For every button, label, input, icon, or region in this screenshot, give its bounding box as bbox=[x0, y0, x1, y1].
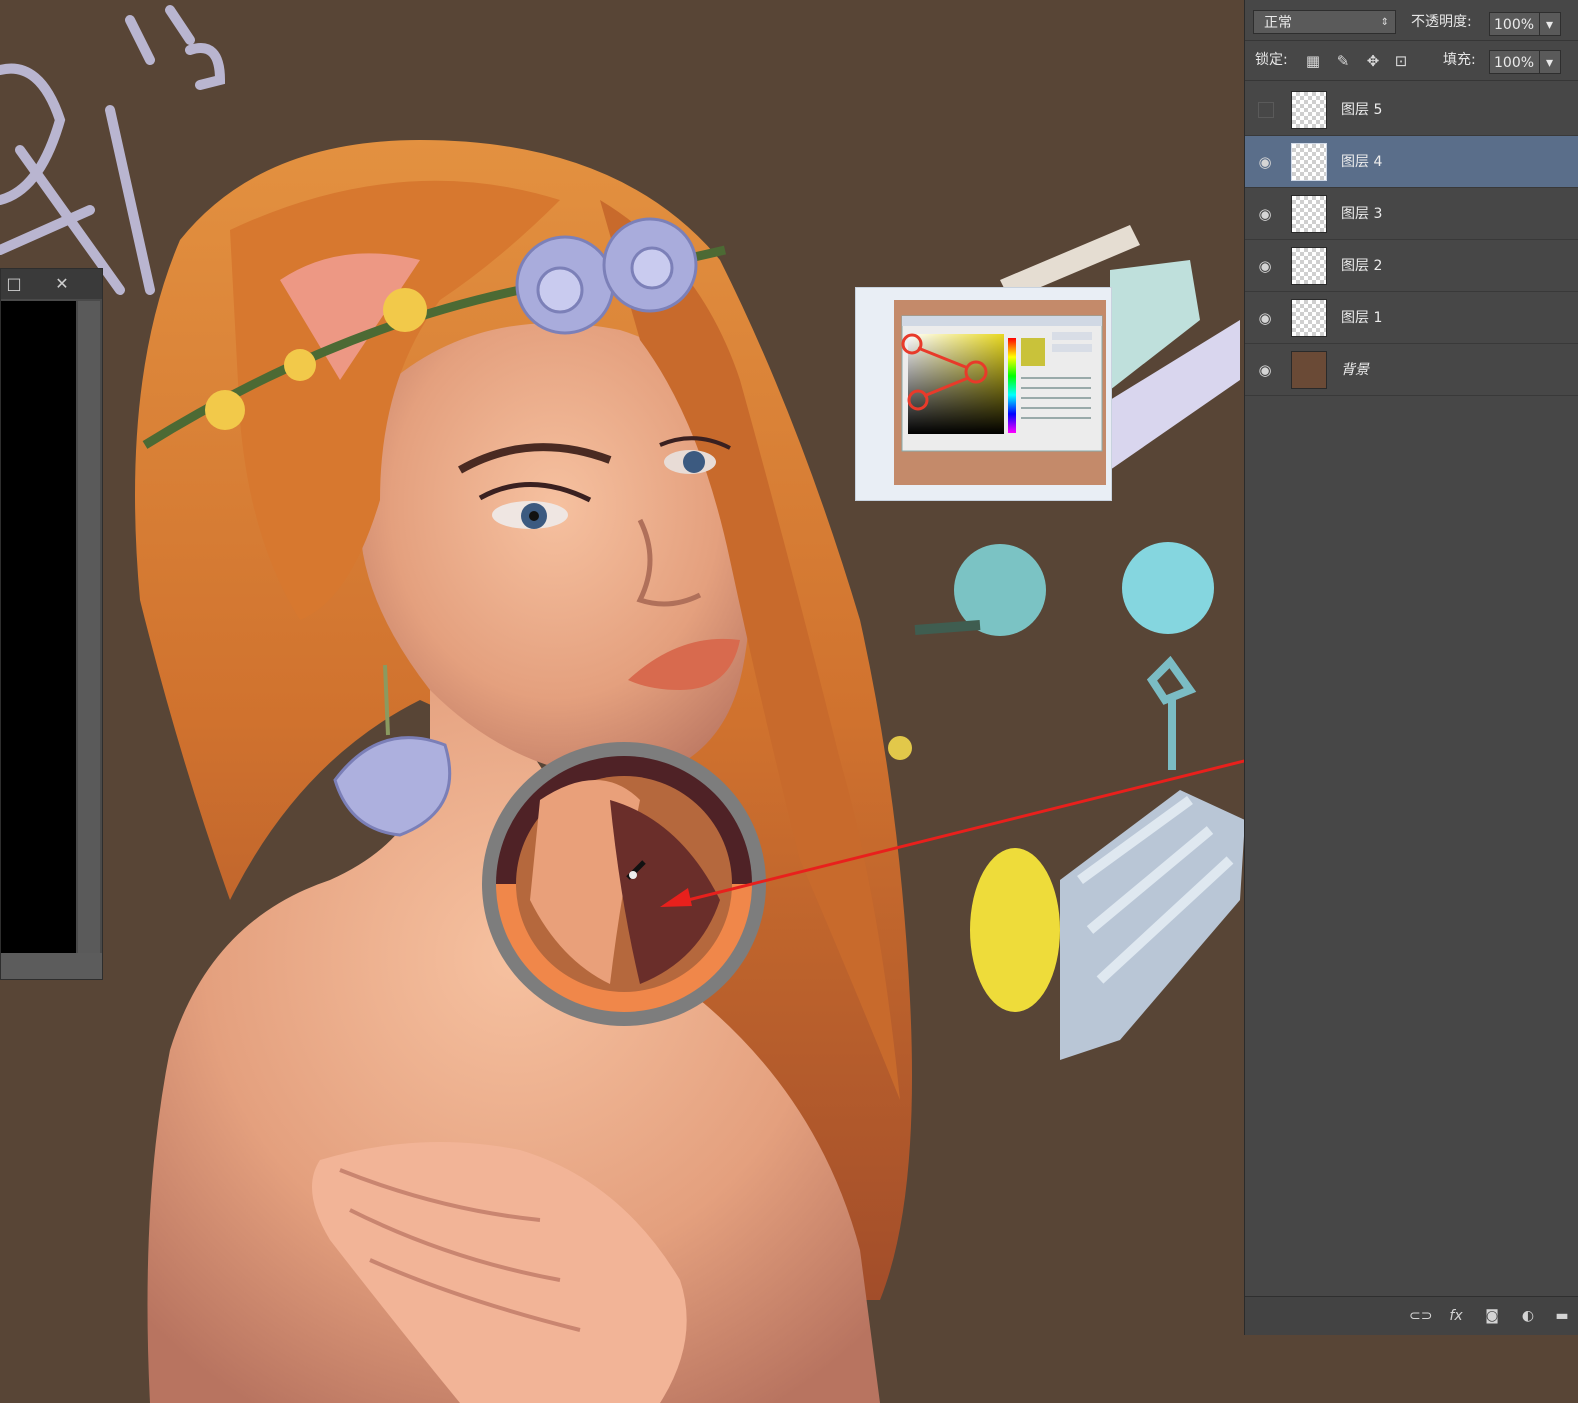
restore-icon[interactable]: □ bbox=[3, 273, 25, 295]
color-picker-reference-image bbox=[855, 287, 1112, 501]
fill-value: 100% bbox=[1494, 55, 1535, 71]
fill-dropdown-button[interactable]: ▾ bbox=[1539, 50, 1561, 74]
layer-thumbnail bbox=[1291, 247, 1327, 285]
layer-row-3[interactable]: ◉ 图层 3 bbox=[1245, 188, 1578, 240]
reference-screenshot bbox=[856, 288, 1106, 500]
layer-row-1[interactable]: ◉ 图层 1 bbox=[1245, 292, 1578, 344]
layer-thumbnail bbox=[1291, 299, 1327, 337]
eye-icon[interactable]: ◉ bbox=[1255, 308, 1275, 328]
fx-icon[interactable]: fx bbox=[1445, 1305, 1467, 1327]
color-picker-ring bbox=[482, 742, 766, 1026]
layer-row-2[interactable]: ◉ 图层 2 bbox=[1245, 240, 1578, 292]
padlock-icon[interactable]: ⊡ bbox=[1391, 50, 1411, 72]
opacity-value: 100% bbox=[1494, 17, 1535, 33]
blend-mode-value: 正常 bbox=[1264, 15, 1292, 31]
layer-row-5[interactable]: 图层 5 bbox=[1245, 84, 1578, 136]
layer-thumbnail bbox=[1291, 143, 1327, 181]
layer-thumbnail bbox=[1291, 91, 1327, 129]
layer-name: 图层 5 bbox=[1341, 102, 1383, 118]
panel-footer bbox=[1, 953, 102, 979]
layer-name: 图层 2 bbox=[1341, 258, 1383, 274]
close-icon[interactable]: ✕ bbox=[51, 273, 73, 295]
chevron-down-icon: ▾ bbox=[1546, 17, 1554, 33]
chevron-down-icon: ▾ bbox=[1546, 55, 1554, 71]
layer-row-background[interactable]: ◉ 背景 bbox=[1245, 344, 1578, 396]
move-lock-icon[interactable]: ✥ bbox=[1363, 50, 1383, 72]
opacity-label: 不透明度: bbox=[1411, 14, 1472, 30]
eye-icon[interactable]: ◉ bbox=[1255, 152, 1275, 172]
floating-panel: □ ✕ bbox=[0, 268, 103, 980]
blend-mode-select[interactable]: 正常 ⇕ bbox=[1253, 10, 1396, 34]
layer-name: 图层 3 bbox=[1341, 206, 1383, 222]
fill-label: 填充: bbox=[1443, 52, 1476, 68]
updown-arrow-icon: ⇕ bbox=[1380, 17, 1389, 28]
panel-scrollbar[interactable] bbox=[78, 301, 100, 953]
layer-row-4[interactable]: ◉ 图层 4 bbox=[1245, 136, 1578, 188]
layer-name: 图层 1 bbox=[1341, 310, 1383, 326]
layer-thumbnail bbox=[1291, 195, 1327, 233]
brush-lock-icon[interactable]: ✎ bbox=[1333, 50, 1353, 72]
eye-icon[interactable]: ◉ bbox=[1255, 360, 1275, 380]
layer-name: 图层 4 bbox=[1341, 154, 1383, 170]
transparency-lock-icon[interactable]: ▦ bbox=[1303, 50, 1323, 72]
layers-panel-footer: ⊂⊃ fx ◙ ◐ ▬ bbox=[1245, 1296, 1578, 1335]
mask-icon[interactable]: ◙ bbox=[1481, 1305, 1503, 1327]
adjustment-icon[interactable]: ◐ bbox=[1517, 1305, 1539, 1327]
lock-fill-row: 锁定: ▦ ✎ ✥ ⊡ 填充: 100% ▾ bbox=[1245, 40, 1578, 81]
visibility-toggle-off[interactable] bbox=[1258, 102, 1274, 118]
folder-icon[interactable]: ▬ bbox=[1551, 1305, 1573, 1327]
painting-artwork bbox=[0, 5, 1250, 1403]
panel-content-black bbox=[1, 301, 76, 953]
eye-icon[interactable]: ◉ bbox=[1255, 256, 1275, 276]
eye-icon[interactable]: ◉ bbox=[1255, 204, 1275, 224]
lock-label: 锁定: bbox=[1255, 52, 1288, 68]
blend-opacity-row: 正常 ⇕ 不透明度: 100% ▾ bbox=[1245, 0, 1578, 41]
layer-name: 背景 bbox=[1341, 362, 1369, 378]
layers-panel: 正常 ⇕ 不透明度: 100% ▾ 锁定: ▦ ✎ ✥ ⊡ 填充: 100% ▾… bbox=[1244, 0, 1578, 1335]
link-icon[interactable]: ⊂⊃ bbox=[1409, 1305, 1432, 1327]
document-canvas[interactable]: □ ✕ bbox=[0, 0, 1250, 1403]
opacity-dropdown-button[interactable]: ▾ bbox=[1539, 12, 1561, 36]
background-thumbnail bbox=[1291, 351, 1327, 389]
